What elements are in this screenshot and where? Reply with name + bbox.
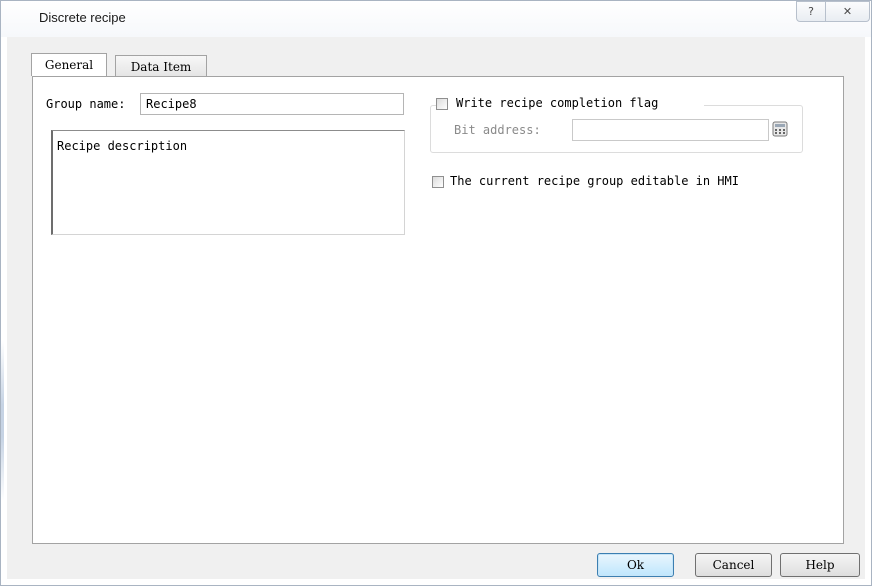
editable-in-hmi-checkbox[interactable] — [432, 176, 444, 188]
recipe-description-textarea[interactable]: Recipe description — [51, 130, 405, 235]
tab-data-item[interactable]: Data Item — [115, 55, 207, 77]
tab-general[interactable]: General — [31, 53, 107, 76]
dialog-body: General Data Item Group name: Recipe8 Re… — [7, 37, 865, 579]
ok-button[interactable]: Ok — [597, 553, 674, 577]
help-icon[interactable]: ? — [796, 1, 826, 22]
group-name-label: Group name: — [46, 97, 126, 111]
bit-address-input[interactable] — [572, 119, 769, 141]
title-bar: Discrete recipe ? ✕ — [1, 1, 871, 37]
cancel-button[interactable]: Cancel — [695, 553, 772, 577]
write-flag-label[interactable]: Write recipe completion flag — [456, 96, 658, 110]
bit-address-label: Bit address: — [454, 123, 541, 137]
window-title: Discrete recipe — [39, 10, 126, 25]
calculator-icon[interactable] — [772, 121, 788, 137]
group-name-input[interactable]: Recipe8 — [140, 93, 404, 115]
write-flag-checkbox[interactable] — [436, 98, 448, 110]
close-icon[interactable]: ✕ — [826, 1, 870, 22]
help-button[interactable]: Help — [780, 553, 860, 577]
editable-in-hmi-label[interactable]: The current recipe group editable in HMI — [450, 174, 739, 188]
window-edge-accent — [1, 341, 4, 501]
discrete-recipe-dialog: Discrete recipe ? ✕ General Data Item Gr… — [0, 0, 872, 586]
